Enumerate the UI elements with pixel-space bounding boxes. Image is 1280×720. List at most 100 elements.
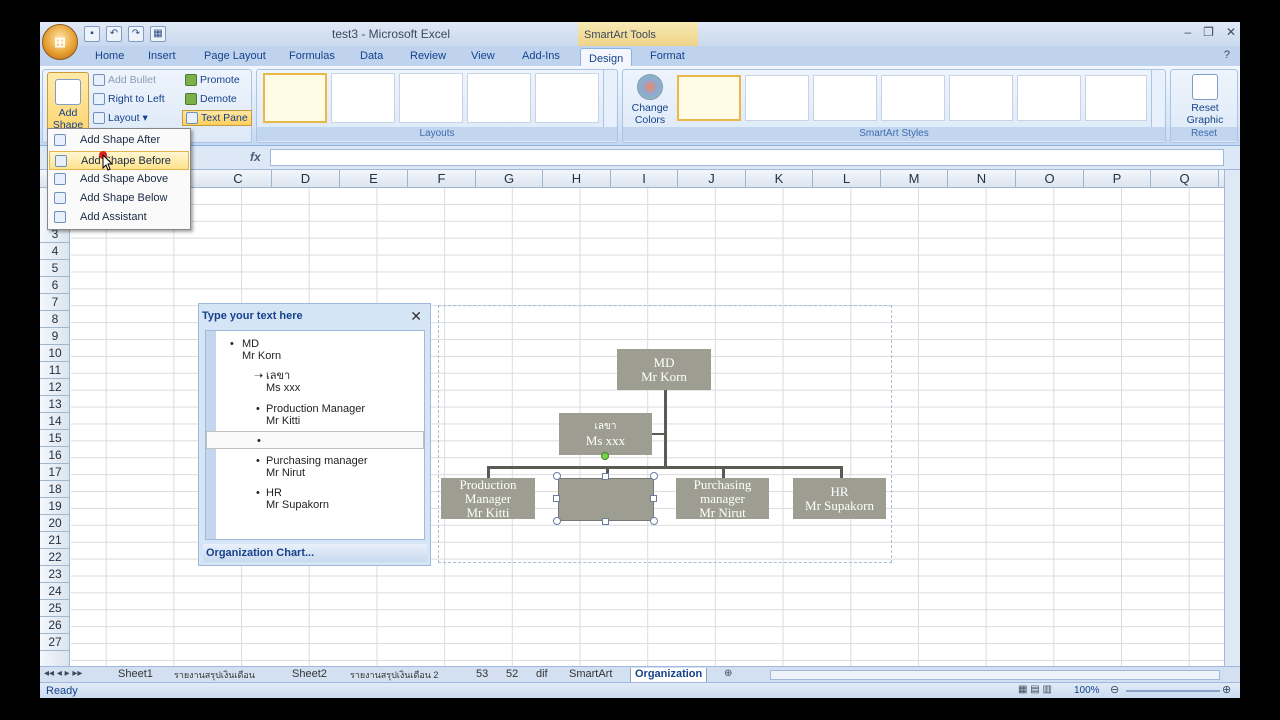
style-thumb-7[interactable]	[1085, 75, 1147, 121]
table-icon[interactable]: ▦	[150, 26, 166, 42]
view-buttons-icon[interactable]: ▦ ▤ ▥	[1018, 684, 1052, 695]
sheet-tab-active[interactable]: Organization	[630, 668, 708, 683]
layout-thumb-4[interactable]	[467, 73, 531, 123]
row-header[interactable]: 10	[40, 345, 70, 362]
redo-icon[interactable]: ↷	[128, 26, 144, 42]
row-header[interactable]: 23	[40, 566, 70, 583]
layout-thumb-3[interactable]	[399, 73, 463, 123]
column-header[interactable]: I	[611, 170, 678, 188]
layout-thumb-org-chart[interactable]	[263, 73, 327, 123]
sheet-tab[interactable]: รายงานสรุปเงินเดือน	[170, 668, 282, 682]
column-header[interactable]: H	[543, 170, 611, 188]
org-box-new-selected[interactable]	[558, 478, 654, 521]
list-item-sub[interactable]: Ms xxx	[266, 382, 300, 394]
menu-add-shape-above[interactable]: Add Shape Above	[49, 170, 189, 189]
column-header[interactable]: P	[1084, 170, 1151, 188]
row-header[interactable]: 20	[40, 515, 70, 532]
list-item[interactable]: Purchasing manager	[266, 455, 368, 467]
sheet-tab[interactable]: 52	[502, 668, 522, 680]
column-header[interactable]: L	[813, 170, 881, 188]
tab-insert[interactable]: Insert	[148, 50, 176, 62]
row-header[interactable]: 27	[40, 634, 70, 651]
minimize-icon[interactable]: –	[1184, 25, 1191, 39]
row-header[interactable]: 13	[40, 396, 70, 413]
column-header[interactable]: G	[476, 170, 543, 188]
style-thumb-6[interactable]	[1017, 75, 1081, 121]
style-thumb-4[interactable]	[881, 75, 945, 121]
insert-sheet-icon[interactable]: ⊕	[724, 668, 732, 679]
restore-icon[interactable]: ❐	[1203, 25, 1214, 39]
resize-handle[interactable]	[553, 495, 560, 502]
text-pane-button[interactable]: Text Pane	[182, 110, 252, 126]
resize-handle[interactable]	[553, 517, 561, 525]
row-header[interactable]: 14	[40, 413, 70, 430]
menu-add-shape-before[interactable]: Add Shape Before	[49, 151, 189, 170]
zoom-slider[interactable]	[1126, 690, 1220, 692]
smartart-frame[interactable]: MD Mr Korn เลขา Ms xxx Production Manage…	[438, 305, 892, 563]
list-item[interactable]: Production Manager	[266, 403, 365, 415]
row-header[interactable]: 9	[40, 328, 70, 345]
list-item-sub[interactable]: Mr Nirut	[266, 467, 305, 479]
change-colors-button[interactable]: Change Colors	[625, 74, 675, 126]
demote-button[interactable]: Demote	[185, 93, 237, 105]
layout-thumb-5[interactable]	[535, 73, 599, 123]
column-header[interactable]: O	[1016, 170, 1084, 188]
resize-handle[interactable]	[553, 472, 561, 480]
tab-home[interactable]: Home	[95, 50, 124, 62]
row-header[interactable]: 24	[40, 583, 70, 600]
row-header[interactable]: 16	[40, 447, 70, 464]
office-button[interactable]: ⊞	[42, 24, 78, 60]
list-item-sub[interactable]: Mr Korn	[242, 350, 281, 362]
zoom-out-icon[interactable]: ⊖	[1110, 683, 1119, 696]
tab-page-layout[interactable]: Page Layout	[204, 50, 266, 62]
tab-add-ins[interactable]: Add-Ins	[522, 50, 560, 62]
row-header[interactable]: 22	[40, 549, 70, 566]
zoom-in-icon[interactable]: ⊕	[1222, 683, 1231, 696]
org-box-md[interactable]: MD Mr Korn	[617, 349, 711, 390]
list-item[interactable]: HR	[266, 487, 282, 499]
active-list-item[interactable]: •	[206, 431, 424, 449]
reset-graphic-button[interactable]: Reset Graphic	[1181, 74, 1229, 126]
add-bullet-button[interactable]: Add Bullet	[93, 74, 156, 86]
row-header[interactable]: 4	[40, 243, 70, 260]
sheet-tab[interactable]: Sheet2	[288, 668, 331, 680]
right-to-left-button[interactable]: Right to Left	[93, 93, 165, 105]
column-header[interactable]: C	[205, 170, 272, 188]
resize-handle[interactable]	[650, 495, 657, 502]
text-pane-list[interactable]: • MD Mr Korn ➝ เลขา Ms xxx • Production …	[205, 330, 425, 540]
sheet-tab[interactable]: รายงานสรุปเงินเดือน 2	[346, 668, 468, 682]
resize-handle[interactable]	[650, 472, 658, 480]
sheet-tab[interactable]: SmartArt	[565, 668, 616, 680]
help-icon[interactable]: ?	[1224, 49, 1230, 61]
column-header[interactable]: E	[340, 170, 408, 188]
save-icon[interactable]: ▪	[84, 26, 100, 42]
horizontal-scrollbar[interactable]	[770, 670, 1220, 680]
fx-icon[interactable]: fx	[250, 150, 261, 164]
tab-format[interactable]: Format	[650, 50, 685, 62]
layout-thumb-2[interactable]	[331, 73, 395, 123]
row-header[interactable]: 26	[40, 617, 70, 634]
row-header[interactable]: 11	[40, 362, 70, 379]
sheet-tab[interactable]: Sheet1	[114, 668, 157, 680]
row-header[interactable]: 15	[40, 430, 70, 447]
tab-formulas[interactable]: Formulas	[289, 50, 335, 62]
formula-input[interactable]	[270, 149, 1224, 166]
org-box-assistant[interactable]: เลขา Ms xxx	[559, 413, 652, 455]
zoom-level[interactable]: 100%	[1074, 685, 1100, 696]
style-thumb-1[interactable]	[677, 75, 741, 121]
column-header[interactable]: J	[678, 170, 746, 188]
row-header[interactable]: 25	[40, 600, 70, 617]
list-item[interactable]: เลขา	[266, 370, 290, 382]
org-box-production[interactable]: Production Manager Mr Kitti	[441, 477, 535, 519]
style-thumb-3[interactable]	[813, 75, 877, 121]
tab-data[interactable]: Data	[360, 50, 383, 62]
column-header[interactable]: F	[408, 170, 476, 188]
row-header[interactable]: 7	[40, 294, 70, 311]
row-header[interactable]: 5	[40, 260, 70, 277]
resize-handle[interactable]	[602, 473, 609, 480]
sheet-tab[interactable]: 53	[472, 668, 492, 680]
tab-review[interactable]: Review	[410, 50, 446, 62]
styles-scroll[interactable]	[1151, 70, 1164, 128]
rotate-handle[interactable]	[601, 452, 609, 460]
sheet-tab[interactable]: dif	[532, 668, 552, 680]
